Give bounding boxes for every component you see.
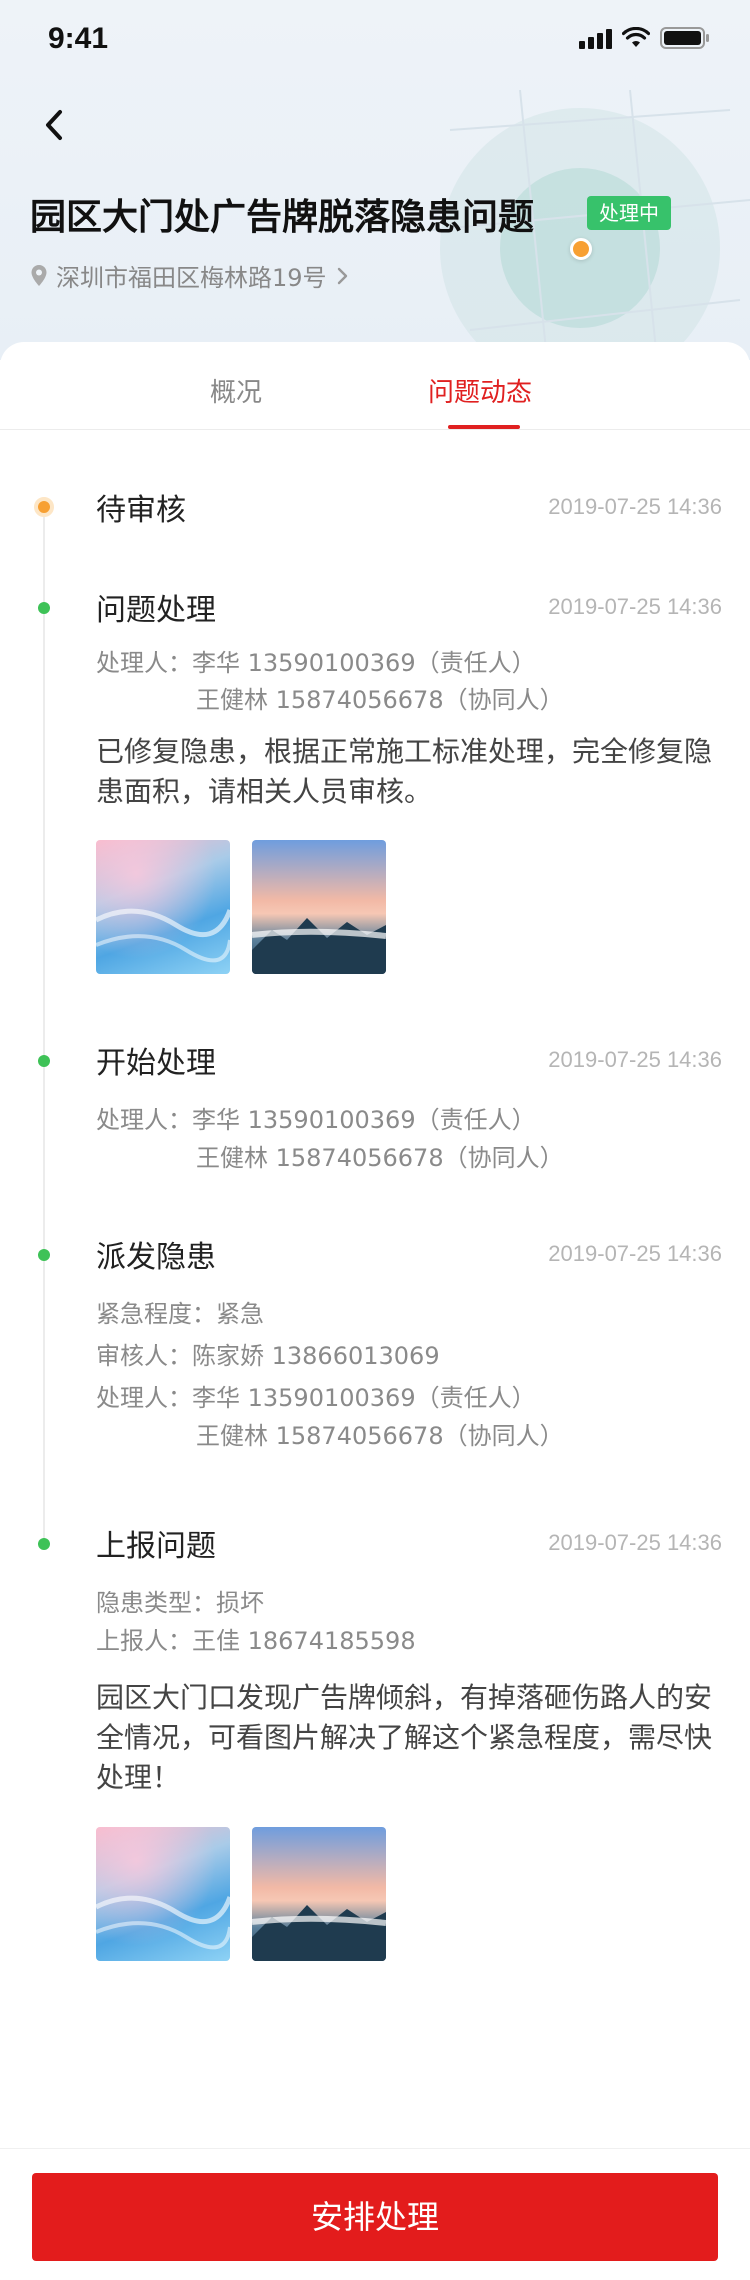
battery-icon: [660, 26, 710, 50]
entry-detail-line: 处理人：李华 13590100369（责任人）: [96, 649, 536, 677]
entry-time: 2019-07-25 14:36: [548, 494, 722, 519]
status-bar: 9:41: [0, 0, 750, 80]
entry-detail-line: 审核人：陈家娇 13866013069: [96, 1342, 440, 1370]
header: 9:41 园区大门处广告牌脱落隐患问题 处理中 深圳市福田区梅林路19号: [0, 0, 750, 360]
status-badge: 处理中: [587, 196, 671, 230]
entry-title: 派发隐患: [96, 1240, 216, 1275]
entry-detail-line: 处理人：李华 13590100369（责任人）: [96, 1106, 536, 1134]
issue-detail-page: 9:41 园区大门处广告牌脱落隐患问题 处理中 深圳市福田区梅林路19号 概况 …: [0, 0, 750, 2280]
photo-thumbnail[interactable]: [252, 1827, 386, 1961]
entry-title: 开始处理: [96, 1046, 216, 1081]
entry-title: 待审核: [96, 493, 186, 528]
wifi-icon: [622, 27, 650, 49]
tab-bar: 概况 问题动态: [0, 342, 750, 430]
back-button[interactable]: [30, 100, 80, 150]
timeline-line: [43, 510, 45, 1545]
chevron-right-icon: [337, 267, 347, 284]
entry-detail-line: 上报人：王佳 18674185598: [96, 1627, 416, 1655]
entry-detail-line: 王健林 15874056678（协同人）: [196, 1422, 564, 1450]
arrange-handling-button[interactable]: 安排处理: [32, 2173, 718, 2261]
cellular-signal-icon: [579, 27, 612, 49]
entry-title: 问题处理: [96, 593, 216, 628]
photo-thumbnail[interactable]: [96, 840, 230, 974]
entry-detail-line: 王健林 15874056678（协同人）: [196, 1144, 564, 1172]
status-icons: [579, 26, 710, 50]
entry-detail-line: 紧急程度：紧急: [96, 1300, 264, 1328]
back-arrow-icon: [46, 110, 62, 140]
photo-thumbnail[interactable]: [252, 840, 386, 974]
photo-thumbnail[interactable]: [96, 1827, 230, 1961]
location-marker-icon: [570, 238, 592, 260]
page-title: 园区大门处广告牌脱落隐患问题: [30, 197, 535, 238]
entry-time: 2019-07-25 14:36: [548, 594, 722, 619]
tab-issue-timeline[interactable]: 问题动态: [428, 372, 532, 409]
bottom-action-bar: 安排处理: [0, 2148, 750, 2280]
active-tab-indicator: [448, 425, 520, 429]
address-link[interactable]: 深圳市福田区梅林路19号: [30, 258, 351, 293]
status-dot-done: [38, 1538, 50, 1550]
address-text: 深圳市福田区梅林路19号: [56, 264, 327, 292]
entry-description: 园区大门口发现广告牌倾斜，有掉落砸伤路人的安全情况，可看图片解决了解这个紧急程度…: [96, 1681, 713, 1794]
status-dot-done: [38, 1249, 50, 1261]
entry-title: 上报问题: [96, 1529, 216, 1564]
entry-detail-line: 隐患类型：损坏: [96, 1589, 264, 1617]
entry-time: 2019-07-25 14:36: [548, 1241, 722, 1266]
status-time: 9:41: [48, 22, 109, 55]
entry-time: 2019-07-25 14:36: [548, 1047, 722, 1072]
entry-description: 已修复隐患，根据正常施工标准处理，完全修复隐患面积，请相关人员审核。: [96, 735, 713, 808]
entry-detail-line: 王健林 15874056678（协同人）: [196, 686, 564, 714]
status-dot-pending: [34, 497, 54, 517]
status-dot-done: [38, 1055, 50, 1067]
tab-overview[interactable]: 概况: [210, 372, 262, 409]
entry-detail-line: 处理人：李华 13590100369（责任人）: [96, 1384, 536, 1412]
entry-time: 2019-07-25 14:36: [548, 1530, 722, 1555]
location-pin-icon: [31, 264, 47, 286]
status-dot-done: [38, 602, 50, 614]
